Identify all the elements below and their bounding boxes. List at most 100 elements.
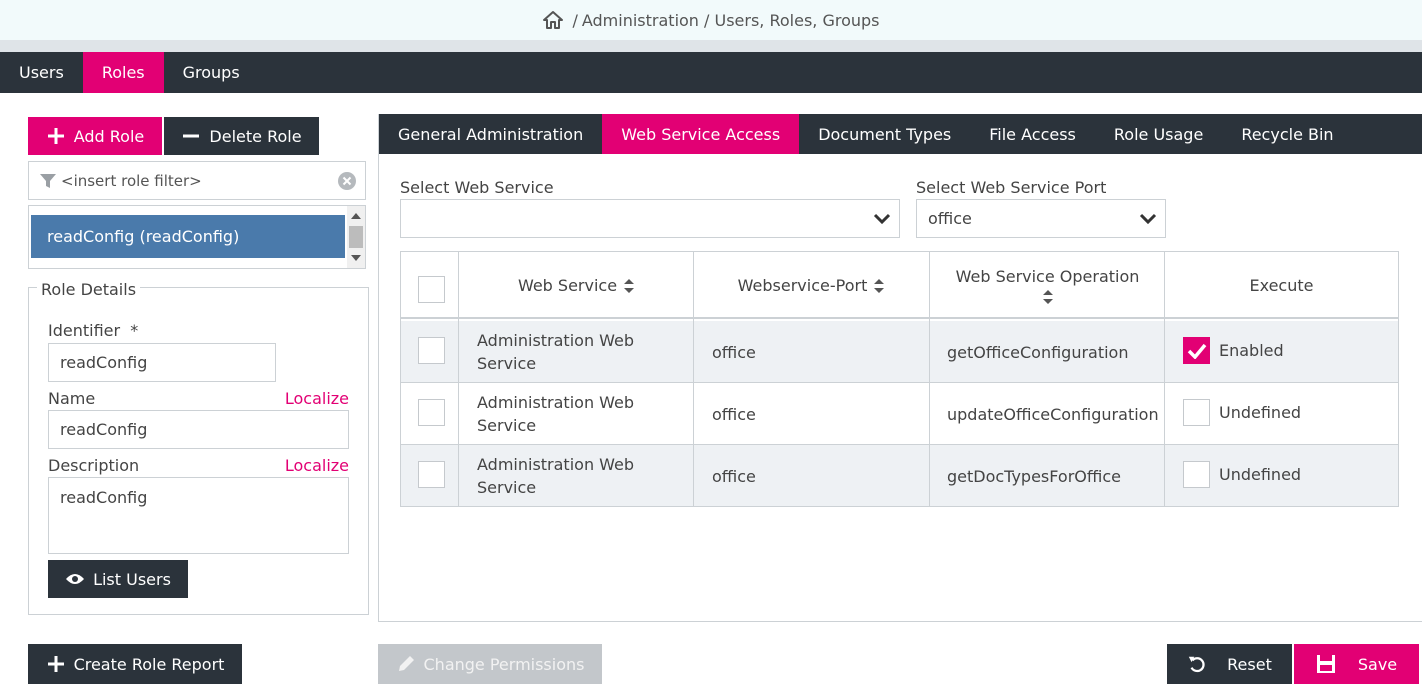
cell-web-service: Administration Web Service (477, 455, 635, 497)
cell-operation: updateOfficeConfiguration (947, 404, 1159, 424)
filter-icon (39, 173, 57, 189)
tab-users[interactable]: Users (0, 52, 83, 93)
tab-document-types[interactable]: Document Types (799, 114, 970, 154)
plus-icon (46, 126, 66, 146)
row-select-checkbox[interactable] (418, 399, 445, 426)
sort-icon (623, 278, 635, 294)
column-header-web-service[interactable]: Web Service (459, 252, 694, 319)
breadcrumb-path[interactable]: Administration / Users, Roles, Groups (582, 11, 880, 30)
breadcrumb: / Administration / Users, Roles, Groups (0, 0, 1422, 40)
identifier-field[interactable]: readConfig (48, 343, 276, 382)
reset-button[interactable]: Reset (1167, 644, 1292, 684)
column-divider (458, 252, 459, 506)
web-service-port-value: office (928, 209, 972, 228)
sort-icon (873, 278, 885, 294)
row-select-checkbox[interactable] (418, 461, 445, 488)
header-divider (0, 40, 1422, 52)
identifier-label: Identifier * (48, 321, 139, 340)
execute-status: Undefined (1219, 403, 1302, 422)
execute-checkbox[interactable] (1183, 399, 1210, 426)
description-field[interactable]: readConfig (48, 477, 349, 554)
role-details-legend: Role Details (37, 280, 141, 299)
cell-web-service: Administration Web Service (477, 393, 635, 435)
execute-status: Undefined (1219, 465, 1302, 484)
cell-web-service: Administration Web Service (477, 331, 635, 373)
cell-port: office (712, 466, 756, 486)
main-tab-bar: Users Roles Groups (0, 52, 1422, 93)
column-header-port[interactable]: Webservice-Port (694, 252, 929, 319)
role-filter-placeholder: <insert role filter> (61, 171, 202, 190)
table-row[interactable]: Administration Web Service office update… (401, 383, 1398, 445)
chevron-down-icon (1139, 211, 1157, 230)
undo-icon (1187, 654, 1207, 674)
execute-status: Enabled (1219, 341, 1284, 360)
row-select-checkbox[interactable] (418, 337, 445, 364)
clear-filter-icon[interactable] (337, 171, 357, 195)
column-header-execute: Execute (1249, 276, 1314, 295)
change-permissions-button[interactable]: Change Permissions (378, 644, 602, 684)
tab-groups[interactable]: Groups (164, 52, 259, 93)
create-role-report-button[interactable]: Create Role Report (28, 644, 242, 684)
cell-port: office (712, 342, 756, 362)
pencil-icon (396, 654, 416, 674)
list-users-label: List Users (93, 569, 171, 589)
checkmark-icon (1187, 343, 1206, 359)
table-row[interactable]: Administration Web Service office getOff… (401, 321, 1398, 383)
create-role-report-label: Create Role Report (73, 654, 225, 674)
table-header: Web Service Webservice-Port Web Service … (401, 252, 1398, 319)
column-header-operation[interactable]: Web Service Operation (930, 252, 1165, 319)
column-divider (1164, 252, 1165, 506)
name-label: Name (48, 389, 96, 408)
required-mark: * (130, 321, 139, 340)
chevron-down-icon (873, 211, 891, 230)
scroll-thumb[interactable] (349, 226, 363, 248)
home-icon[interactable] (542, 10, 564, 30)
select-all-checkbox[interactable] (418, 276, 445, 303)
select-port-label: Select Web Service Port (916, 178, 1107, 197)
list-item[interactable]: readConfig (readConfig) (31, 215, 345, 258)
description-localize-link[interactable]: Localize (285, 456, 349, 475)
description-label: Description (48, 456, 140, 475)
add-role-label: Add Role (73, 126, 145, 146)
cell-operation: getDocTypesForOffice (947, 466, 1121, 486)
cell-operation: getOfficeConfiguration (947, 342, 1129, 362)
tab-file-access[interactable]: File Access (970, 114, 1095, 154)
column-divider (693, 252, 694, 506)
execute-checkbox[interactable] (1183, 337, 1210, 364)
delete-role-button[interactable]: Delete Role (164, 117, 319, 155)
floppy-disk-icon (1316, 654, 1336, 674)
add-role-button[interactable]: Add Role (28, 117, 162, 155)
web-service-table: Web Service Webservice-Port Web Service … (400, 251, 1399, 507)
change-permissions-label: Change Permissions (423, 654, 585, 674)
delete-role-label: Delete Role (209, 126, 302, 146)
execute-checkbox[interactable] (1183, 461, 1210, 488)
cell-port: office (712, 404, 756, 424)
table-row[interactable]: Administration Web Service office getDoc… (401, 445, 1398, 507)
web-service-select[interactable] (400, 199, 900, 238)
role-details-panel: Role Details Identifier * readConfig Nam… (28, 280, 369, 615)
name-localize-link[interactable]: Localize (285, 389, 349, 408)
tab-role-usage[interactable]: Role Usage (1095, 114, 1222, 154)
reset-label: Reset (1227, 654, 1272, 674)
role-list-scrollbar[interactable] (347, 206, 365, 268)
sub-tab-bar: General Administration Web Service Acces… (379, 114, 1422, 154)
list-users-button[interactable]: List Users (48, 560, 188, 598)
tab-general-administration[interactable]: General Administration (379, 114, 602, 154)
scroll-down-icon[interactable] (351, 255, 361, 261)
role-list: readConfig (readConfig) (28, 205, 366, 269)
tab-roles[interactable]: Roles (82, 52, 164, 93)
breadcrumb-separator: / (572, 10, 578, 30)
save-label: Save (1357, 654, 1398, 674)
column-divider (929, 252, 930, 506)
scroll-up-icon[interactable] (351, 213, 361, 219)
eye-icon (65, 569, 85, 589)
tab-recycle-bin[interactable]: Recycle Bin (1222, 114, 1352, 154)
save-button[interactable]: Save (1294, 644, 1419, 684)
role-filter-input[interactable]: <insert role filter> (28, 161, 366, 200)
sort-icon (1042, 289, 1054, 305)
tab-web-service-access[interactable]: Web Service Access (602, 114, 800, 154)
select-web-service-label: Select Web Service (400, 178, 554, 197)
name-field[interactable]: readConfig (48, 410, 349, 449)
web-service-port-select[interactable]: office (916, 199, 1166, 238)
plus-icon (46, 654, 66, 674)
